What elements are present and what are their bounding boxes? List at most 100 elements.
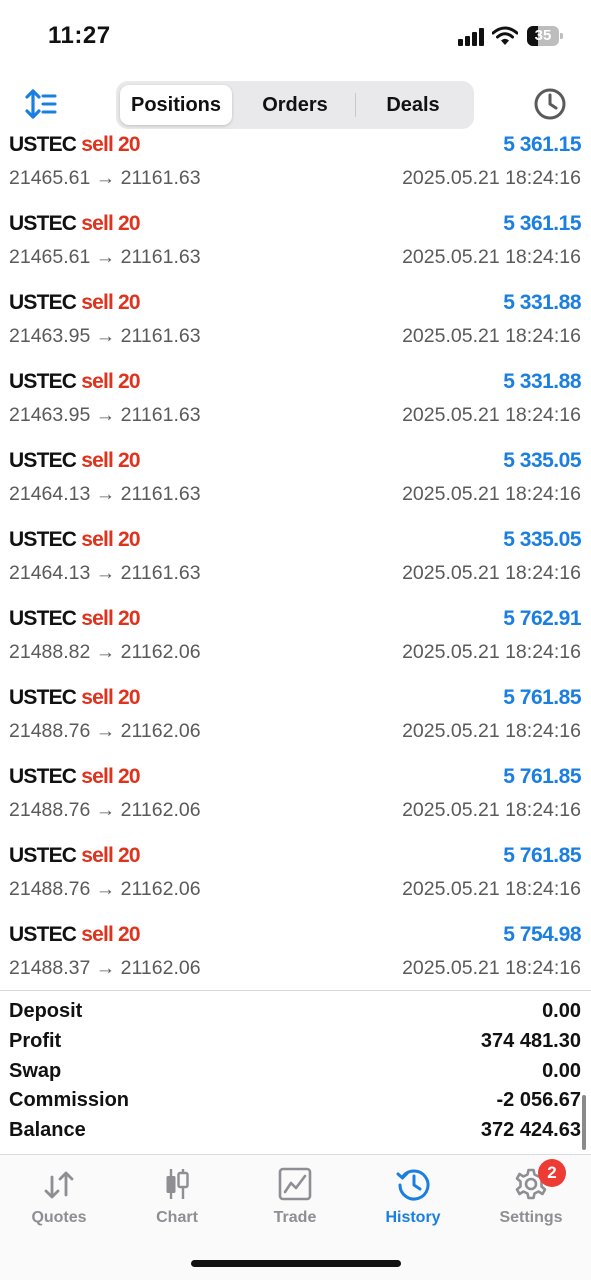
summary-label: Balance xyxy=(9,1119,86,1142)
deal-side: sell 20 xyxy=(81,449,140,472)
deal-row[interactable]: USTEC sell 20 5 331.88 21463.95 → 21161.63 2… xyxy=(0,287,591,366)
deal-row[interactable]: USTEC sell 20 5 335.05 21464.13 → 21161.63 2… xyxy=(0,524,591,603)
trade-chart-icon xyxy=(278,1167,312,1201)
deal-symbol: USTEC sell 20 xyxy=(9,765,141,789)
deal-prices: 21488.37 → 21162.06 xyxy=(9,957,201,979)
deal-symbol: USTEC sell 20 xyxy=(9,607,141,631)
deal-symbol-name: USTEC xyxy=(9,765,77,788)
clock-icon[interactable] xyxy=(533,87,567,121)
home-indicator[interactable] xyxy=(191,1260,401,1267)
deal-symbol-name: USTEC xyxy=(9,291,77,314)
deal-time: 2025.05.21 18:24:16 xyxy=(402,562,581,584)
deal-profit: 5 331.88 xyxy=(503,370,581,393)
segment-deals[interactable]: Deals xyxy=(356,85,470,125)
deal-time: 2025.05.21 18:24:16 xyxy=(402,878,581,900)
summary-row: Swap 0.00 xyxy=(0,1058,591,1088)
tab-trade-label: Trade xyxy=(273,1209,317,1226)
deal-row[interactable]: USTEC sell 20 5 361.15 21465.61 → 21161.63 2… xyxy=(0,208,591,287)
tab-history[interactable]: History xyxy=(354,1165,472,1235)
deal-row[interactable]: USTEC sell 20 5 761.85 21488.76 → 21162.06 2… xyxy=(0,761,591,840)
deal-symbol: USTEC sell 20 xyxy=(9,923,141,947)
deal-time: 2025.05.21 18:24:16 xyxy=(402,483,581,505)
deal-symbol-name: USTEC xyxy=(9,528,77,551)
deal-profit: 5 761.85 xyxy=(503,844,581,867)
deal-symbol-name: USTEC xyxy=(9,133,77,156)
summary-value: 0.00 xyxy=(542,1059,581,1082)
tab-settings[interactable]: 2 Settings xyxy=(472,1159,590,1235)
deal-side: sell 20 xyxy=(81,844,140,867)
summary-label: Commission xyxy=(9,1089,130,1112)
deal-time: 2025.05.21 18:24:16 xyxy=(402,325,581,347)
cellular-signal-icon xyxy=(458,28,486,46)
deal-profit: 5 761.85 xyxy=(503,765,581,788)
deal-time: 2025.05.21 18:24:16 xyxy=(402,957,581,979)
summary-row: Balance 372 424.63 xyxy=(0,1117,591,1147)
deal-prices: 21488.76 → 21162.06 xyxy=(9,799,201,821)
deal-symbol-name: USTEC xyxy=(9,449,77,472)
tab-trade[interactable]: Trade xyxy=(236,1165,354,1235)
summary-label: Deposit xyxy=(9,1000,83,1022)
deal-profit: 5 762.91 xyxy=(503,607,581,630)
deal-time: 2025.05.21 18:24:16 xyxy=(402,167,581,189)
deal-prices: 21464.13 → 21161.63 xyxy=(9,483,201,505)
deal-row[interactable]: USTEC sell 20 5 361.15 21465.61 → 21161.63 2… xyxy=(0,129,591,208)
deal-side: sell 20 xyxy=(81,212,140,235)
deal-side: sell 20 xyxy=(81,923,140,946)
summary-value: 374 481.30 xyxy=(480,1029,581,1052)
status-time: 11:27 xyxy=(48,22,111,49)
deal-symbol: USTEC sell 20 xyxy=(9,844,141,868)
deal-time: 2025.05.21 18:24:16 xyxy=(402,641,581,663)
wifi-icon xyxy=(492,26,518,45)
summary-row: Deposit 0.00 xyxy=(0,998,591,1028)
deal-prices: 21488.76 → 21162.06 xyxy=(9,720,201,742)
deal-row[interactable]: USTEC sell 20 5 761.85 21488.76 → 21162.06 2… xyxy=(0,840,591,919)
tab-chart-label: Chart xyxy=(156,1209,198,1226)
deal-prices: 21488.76 → 21162.06 xyxy=(9,878,201,900)
battery-level: 35 xyxy=(534,27,552,44)
deal-profit: 5 361.15 xyxy=(503,133,581,156)
view-segmented-control: Positions Orders Deals xyxy=(116,81,474,129)
deal-side: sell 20 xyxy=(81,291,140,314)
deal-row[interactable]: USTEC sell 20 5 761.85 21488.76 → 21162.06 2… xyxy=(0,682,591,761)
deal-prices: 21488.82 → 21162.06 xyxy=(9,641,201,663)
deal-side: sell 20 xyxy=(81,686,140,709)
summary-label: Profit xyxy=(9,1029,62,1052)
tab-history-label: History xyxy=(385,1209,441,1226)
deal-symbol: USTEC sell 20 xyxy=(9,212,141,236)
deal-symbol-name: USTEC xyxy=(9,844,77,867)
deal-time: 2025.05.21 18:24:16 xyxy=(402,720,581,742)
deal-row[interactable]: USTEC sell 20 5 762.91 21488.82 → 21162.06 2… xyxy=(0,603,591,682)
deal-side: sell 20 xyxy=(81,528,140,551)
account-summary: Deposit 0.00 Profit 374 481.30 Swap 0.00 Commi… xyxy=(0,998,591,1147)
quotes-arrows-icon xyxy=(44,1171,74,1199)
tab-chart[interactable]: Chart xyxy=(118,1165,236,1235)
segment-orders[interactable]: Orders xyxy=(236,85,354,125)
deal-row[interactable]: USTEC sell 20 5 335.05 21464.13 → 21161.63 2… xyxy=(0,445,591,524)
deal-symbol: USTEC sell 20 xyxy=(9,370,141,394)
status-bar: 11:27 35 xyxy=(0,0,591,70)
history-clock-icon xyxy=(396,1169,430,1201)
settings-notification-badge: 2 xyxy=(538,1159,566,1187)
history-toolbar: Positions Orders Deals xyxy=(0,80,591,132)
scroll-indicator[interactable] xyxy=(582,1095,586,1150)
deal-profit: 5 335.05 xyxy=(503,449,581,472)
candlestick-icon xyxy=(166,1169,189,1199)
deal-time: 2025.05.21 18:24:16 xyxy=(402,246,581,268)
deal-row[interactable]: USTEC sell 20 5 331.88 21463.95 → 21161.63 2… xyxy=(0,366,591,445)
deal-symbol-name: USTEC xyxy=(9,686,77,709)
tab-settings-label: Settings xyxy=(499,1209,563,1226)
deal-side: sell 20 xyxy=(81,370,140,393)
deal-prices: 21464.13 → 21161.63 xyxy=(9,562,201,584)
deal-prices: 21463.95 → 21161.63 xyxy=(9,404,201,426)
deal-symbol-name: USTEC xyxy=(9,923,77,946)
tab-quotes[interactable]: Quotes xyxy=(0,1165,118,1235)
segment-positions[interactable]: Positions xyxy=(120,85,232,125)
deal-symbol: USTEC sell 20 xyxy=(9,449,141,473)
tab-quotes-label: Quotes xyxy=(31,1209,87,1226)
sort-icon[interactable] xyxy=(24,88,60,122)
deal-prices: 21465.61 → 21161.63 xyxy=(9,167,201,189)
summary-row: Commission -2 056.67 xyxy=(0,1087,591,1117)
deal-symbol: USTEC sell 20 xyxy=(9,133,141,157)
deal-row[interactable]: USTEC sell 20 5 754.98 21488.37 → 21162.06 2… xyxy=(0,919,591,990)
deal-list[interactable]: USTEC sell 20 5 361.15 21465.61 → 21161.63 2… xyxy=(0,129,591,990)
